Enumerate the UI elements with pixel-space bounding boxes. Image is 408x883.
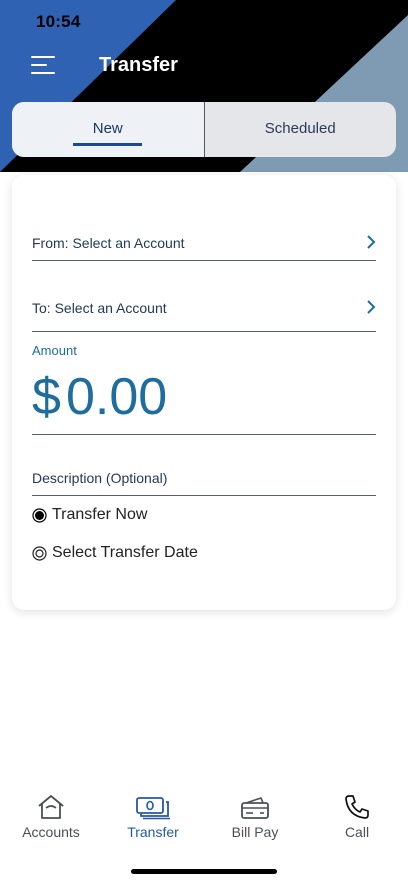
nav-bill-pay-label: Bill Pay [231, 824, 279, 840]
transfer-now-option[interactable]: Transfer Now [32, 506, 147, 524]
nav-bill-pay[interactable]: Bill Pay [204, 790, 306, 850]
chevron-right-icon [367, 300, 376, 314]
phone-icon [345, 795, 369, 819]
tab-scheduled-label: Scheduled [264, 120, 336, 137]
radio-unselected-icon [32, 545, 47, 561]
nav-call-label: Call [344, 824, 370, 840]
nav-accounts-label: Accounts [22, 824, 80, 840]
nav-call[interactable]: Call [306, 790, 408, 850]
nav-transfer-label: Transfer [127, 824, 179, 840]
credit-card-icon [241, 797, 269, 819]
currency-symbol: $ [32, 368, 61, 426]
tab-new[interactable]: New [12, 102, 204, 157]
select-transfer-date-option[interactable]: Select Transfer Date [32, 544, 198, 562]
transfer-now-label: Transfer Now [52, 506, 148, 523]
tab-new-label: New [92, 120, 123, 137]
from-account-selector[interactable]: From: Select an Account [32, 235, 376, 261]
active-tab-indicator [73, 143, 142, 146]
transfer-form-card: From: Select an Account To: Select an Ac… [12, 175, 396, 610]
radio-selected-icon [32, 507, 47, 523]
menu-button[interactable] [31, 54, 57, 76]
amount-label: Amount [32, 343, 77, 358]
home-indicator [131, 869, 277, 874]
status-bar-time: 10:54 [36, 12, 81, 31]
money-transfer-icon [136, 797, 170, 820]
transfer-type-tabs: New Scheduled [12, 102, 396, 157]
chevron-right-icon [367, 235, 376, 249]
amount-input[interactable]: $ 0.00 [32, 365, 376, 435]
hamburger-menu-icon [31, 56, 55, 58]
nav-accounts[interactable]: Accounts [0, 790, 102, 850]
tab-scheduled[interactable]: Scheduled [205, 102, 397, 157]
description-placeholder: Description (Optional) [32, 470, 168, 486]
bottom-nav: Accounts Transfer Bill Pay Call [0, 790, 408, 850]
from-account-label: From: Select an Account [32, 235, 185, 251]
amount-value: 0.00 [66, 368, 168, 426]
to-account-label: To: Select an Account [32, 300, 167, 316]
page-title: Transfer [99, 54, 178, 76]
select-transfer-date-label: Select Transfer Date [52, 544, 198, 561]
to-account-selector[interactable]: To: Select an Account [32, 300, 376, 332]
description-input[interactable]: Description (Optional) [32, 470, 376, 496]
home-icon [38, 795, 64, 819]
nav-transfer[interactable]: Transfer [102, 790, 204, 850]
